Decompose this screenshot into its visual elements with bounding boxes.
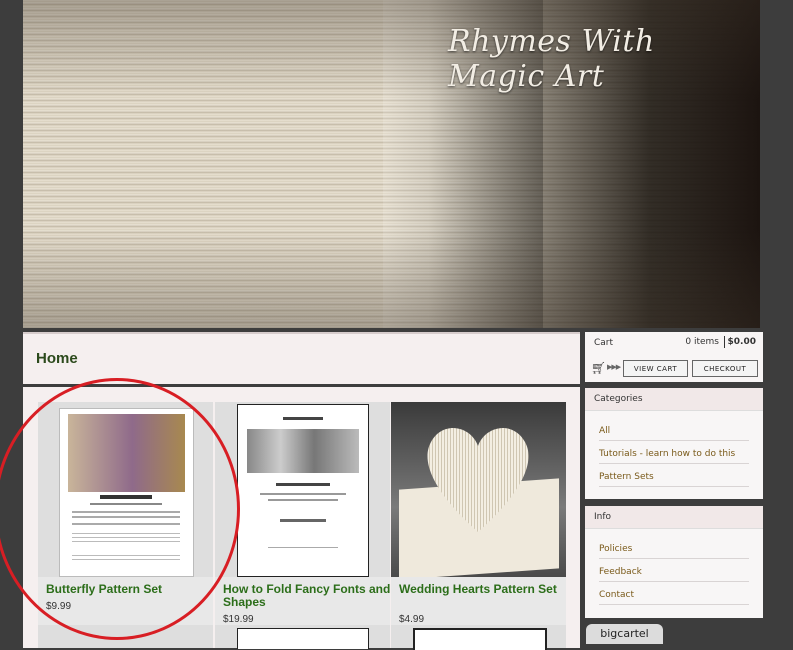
cart-label: Cart: [594, 338, 614, 348]
categories-title: Categories: [594, 394, 643, 404]
categories-list: All Tutorials - learn how to do this Pat…: [599, 418, 749, 487]
product-grid: Butterfly Pattern Set $9.99 How to Fold …: [23, 387, 580, 650]
arrows-icon: ▶▶▶: [607, 363, 621, 371]
cart-total: $0.00: [727, 337, 756, 347]
product-name[interactable]: Butterfly Pattern Set: [46, 583, 216, 596]
category-link-pattern-sets[interactable]: Pattern Sets: [599, 464, 749, 487]
cart-icon: 🛒︎: [591, 361, 607, 375]
tutorial-cover-image: [237, 404, 369, 577]
cart-summary: Cart 0 items $0.00 🛒︎ ▶▶▶ VIEW CART CHEC…: [585, 332, 763, 382]
product-card-partial[interactable]: [215, 625, 390, 649]
category-link-all[interactable]: All: [599, 418, 749, 441]
product-price: $9.99: [46, 601, 72, 612]
product-image[interactable]: [215, 402, 390, 577]
info-link-contact[interactable]: Contact: [599, 582, 749, 605]
page-title-bar: Home: [23, 332, 580, 384]
categories-header: Categories: [585, 388, 763, 411]
product-image[interactable]: [391, 402, 566, 580]
categories-panel: Categories All Tutorials - learn how to …: [585, 388, 763, 499]
info-link-policies[interactable]: Policies: [599, 536, 749, 559]
header-banner[interactable]: Rhymes With Magic Art: [23, 0, 760, 328]
category-link-tutorials[interactable]: Tutorials - learn how to do this: [599, 441, 749, 464]
view-cart-button[interactable]: VIEW CART: [623, 360, 688, 377]
cart-item-count: 0 items: [685, 337, 719, 347]
product-card-partial[interactable]: [38, 625, 213, 648]
site-title[interactable]: Rhymes With Magic Art: [448, 24, 760, 94]
info-link-feedback[interactable]: Feedback: [599, 559, 749, 582]
product-info: Butterfly Pattern Set $9.99: [38, 577, 213, 625]
divider: [724, 336, 725, 348]
product-info: Wedding Hearts Pattern Set $4.99: [391, 577, 566, 625]
bigcartel-badge[interactable]: bigcartel: [586, 624, 663, 644]
checkout-button[interactable]: CHECKOUT: [692, 360, 758, 377]
pattern-cover-image: [59, 408, 194, 577]
product-name[interactable]: Wedding Hearts Pattern Set: [399, 583, 569, 596]
info-list: Policies Feedback Contact: [599, 536, 749, 605]
product-price: $19.99: [223, 614, 254, 625]
product-name[interactable]: How to Fold Fancy Fonts and Shapes: [223, 583, 393, 609]
product-info: How to Fold Fancy Fonts and Shapes $19.9…: [215, 577, 390, 625]
info-title: Info: [594, 512, 612, 522]
page-title: Home: [36, 350, 78, 367]
heart-book-photo: [391, 402, 566, 580]
product-price: $4.99: [399, 614, 425, 625]
info-panel: Info Policies Feedback Contact: [585, 506, 763, 618]
product-image[interactable]: [38, 402, 213, 577]
info-header: Info: [585, 506, 763, 529]
product-card-partial[interactable]: [391, 625, 566, 650]
